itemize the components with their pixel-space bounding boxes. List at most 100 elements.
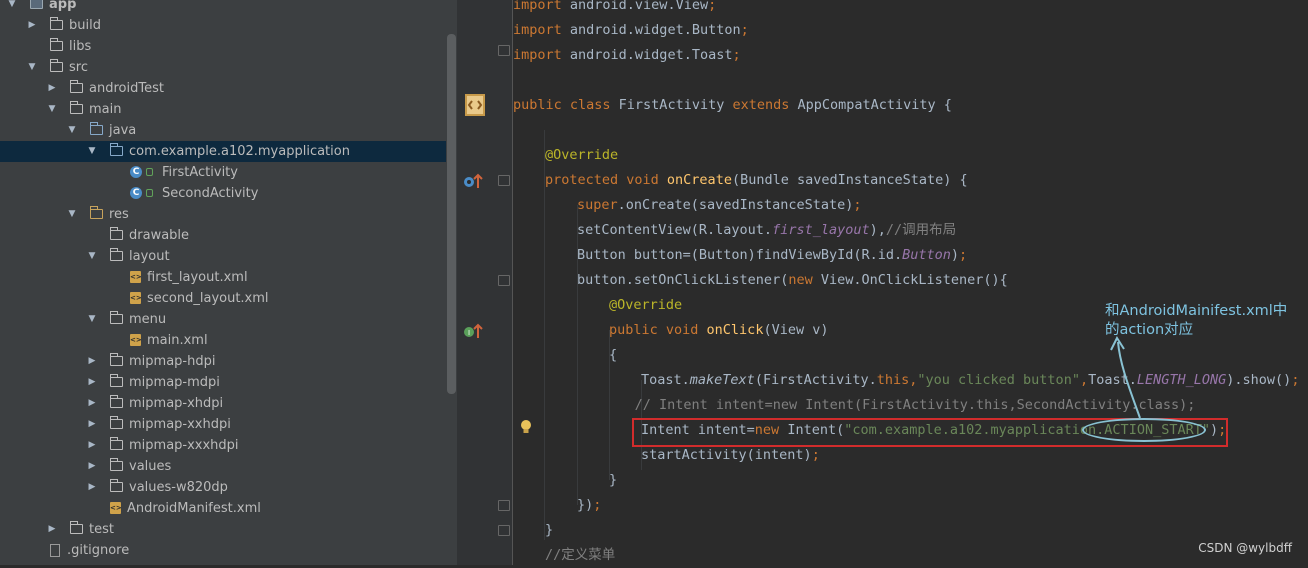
code-token: android.widget.Toast	[569, 47, 733, 63]
svg-text:I: I	[468, 329, 470, 337]
tree-item[interactable]: <> first_layout.xml	[0, 267, 446, 288]
class-file-gutter-icon[interactable]	[463, 92, 487, 118]
code-line[interactable]: public void onClick(View v)	[609, 318, 828, 343]
code-token: FirstActivity	[618, 97, 733, 113]
tree-item[interactable]: ▶ values-w820dp	[0, 477, 446, 498]
chevron-down-icon[interactable]: ▼	[86, 141, 98, 162]
code-token: ).show()	[1226, 372, 1292, 388]
tree-scrollbar-thumb[interactable]	[447, 34, 456, 394]
code-line[interactable]: {	[609, 343, 617, 368]
code-token: ),	[869, 222, 886, 238]
chevron-right-icon[interactable]: ▶	[86, 456, 98, 477]
tree-item[interactable]: ▶ androidTest	[0, 78, 446, 99]
tree-item-label: java	[109, 123, 137, 138]
tree-item[interactable]: ▶ values	[0, 456, 446, 477]
chevron-down-icon[interactable]: ▼	[6, 0, 18, 15]
code-line[interactable]: Button button=(Button)findViewById(R.id.…	[577, 243, 967, 268]
code-line[interactable]: });	[577, 493, 601, 518]
code-line[interactable]: import android.widget.Toast;	[513, 43, 741, 68]
callout-line-1: 和AndroidMainifest.xml中	[1105, 303, 1288, 319]
code-token: Toast.	[641, 372, 690, 388]
tree-item[interactable]: <> AndroidManifest.xml	[0, 498, 446, 519]
code-token: ;	[732, 47, 741, 63]
code-token: (View v)	[763, 322, 829, 338]
code-token: )	[950, 247, 960, 263]
tree-item[interactable]: ▼ res	[0, 204, 446, 225]
tree-item[interactable]: ▼ com.example.a102.myapplication	[0, 141, 446, 162]
chevron-right-icon[interactable]: ▶	[46, 519, 58, 540]
code-line[interactable]: Toast.makeText(FirstActivity.this,"you c…	[641, 368, 1299, 393]
code-token: extends	[732, 97, 798, 113]
code-token: AppCompatActivity {	[797, 97, 952, 113]
code-line[interactable]: public class FirstActivity extends AppCo…	[513, 93, 952, 118]
tree-item[interactable]: drawable	[0, 225, 446, 246]
tree-item[interactable]: libs	[0, 36, 446, 57]
chevron-down-icon[interactable]: ▼	[66, 204, 78, 225]
chevron-down-icon[interactable]: ▼	[46, 99, 58, 120]
code-editor[interactable]: import android.view.View; import android.…	[513, 0, 1308, 565]
chevron-right-icon[interactable]: ▶	[86, 435, 98, 456]
code-line[interactable]: @Override	[609, 293, 682, 318]
tree-item[interactable]: C FirstActivity	[0, 162, 446, 183]
chevron-down-icon[interactable]: ▼	[26, 57, 38, 78]
tree-item[interactable]: ▼ src	[0, 57, 446, 78]
code-token: new	[788, 272, 821, 288]
code-line[interactable]: import android.widget.Button;	[513, 18, 749, 43]
override-method-gutter-icon[interactable]	[462, 172, 484, 190]
chevron-right-icon[interactable]: ▶	[86, 393, 98, 414]
code-line[interactable]: import android.view.View;	[513, 0, 716, 18]
code-token: button.setOnClickListener(	[577, 272, 789, 288]
tree-item[interactable]: ▶ build	[0, 15, 446, 36]
tree-item[interactable]: C SecondActivity	[0, 183, 446, 204]
tree-item-label: build	[69, 18, 101, 33]
tree-item[interactable]: ▼ menu	[0, 309, 446, 330]
code-line[interactable]: super.onCreate(savedInstanceState);	[577, 193, 862, 218]
chevron-right-icon[interactable]: ▶	[26, 15, 38, 36]
chevron-down-icon[interactable]: ▼	[86, 246, 98, 267]
tree-item[interactable]: <> second_layout.xml	[0, 288, 446, 309]
tree-item[interactable]: ▶ mipmap-xxxhdpi	[0, 435, 446, 456]
fold-icon[interactable]	[498, 45, 510, 56]
implement-method-gutter-icon[interactable]: I	[462, 322, 484, 340]
tree-item[interactable]: ▶ test	[0, 519, 446, 540]
code-line[interactable]: setContentView(R.layout.first_layout),//…	[577, 218, 956, 243]
fold-icon[interactable]	[498, 275, 510, 286]
folder-icon	[109, 479, 123, 492]
tree-item[interactable]: .gitignore	[0, 540, 446, 561]
code-line[interactable]: protected void onCreate(Bundle savedInst…	[545, 168, 968, 193]
code-token: ;	[959, 247, 968, 263]
chevron-right-icon[interactable]: ▶	[46, 78, 58, 99]
folder-icon	[109, 143, 123, 156]
tree-item-label: src	[69, 60, 88, 75]
code-line[interactable]: @Override	[545, 143, 618, 168]
code-token: }	[545, 522, 554, 538]
fold-icon[interactable]	[498, 500, 510, 511]
tree-item[interactable]: ▼ java	[0, 120, 446, 141]
code-line[interactable]: //定义菜单	[545, 543, 615, 568]
tree-item[interactable]: ▼ main	[0, 99, 446, 120]
tree-item[interactable]: ▼ app	[0, 0, 446, 15]
code-token: ;	[593, 497, 602, 513]
code-line[interactable]: }	[609, 468, 617, 493]
folder-icon	[69, 101, 83, 114]
code-line[interactable]: // Intent intent=new Intent(FirstActivit…	[635, 393, 1196, 418]
code-token: // Intent intent=new Intent(FirstActivit…	[634, 397, 1196, 413]
tree-item[interactable]: ▶ mipmap-mdpi	[0, 372, 446, 393]
chevron-down-icon[interactable]: ▼	[86, 309, 98, 330]
chevron-right-icon[interactable]: ▶	[86, 477, 98, 498]
chevron-right-icon[interactable]: ▶	[86, 351, 98, 372]
tree-item[interactable]: ▼ layout	[0, 246, 446, 267]
code-line[interactable]: button.setOnClickListener(new View.OnCli…	[577, 268, 1008, 293]
chevron-right-icon[interactable]: ▶	[86, 372, 98, 393]
tree-item[interactable]: ▶ mipmap-hdpi	[0, 351, 446, 372]
chevron-right-icon[interactable]: ▶	[86, 414, 98, 435]
tree-item[interactable]: <> main.xml	[0, 330, 446, 351]
tree-item[interactable]: ▶ mipmap-xxhdpi	[0, 414, 446, 435]
fold-icon[interactable]	[498, 175, 510, 186]
folder-icon	[69, 521, 83, 534]
tree-item[interactable]: ▶ mipmap-xhdpi	[0, 393, 446, 414]
code-token: ,	[1079, 372, 1089, 388]
code-line[interactable]: }	[545, 518, 553, 543]
chevron-down-icon[interactable]: ▼	[66, 120, 78, 141]
fold-icon[interactable]	[498, 525, 510, 536]
